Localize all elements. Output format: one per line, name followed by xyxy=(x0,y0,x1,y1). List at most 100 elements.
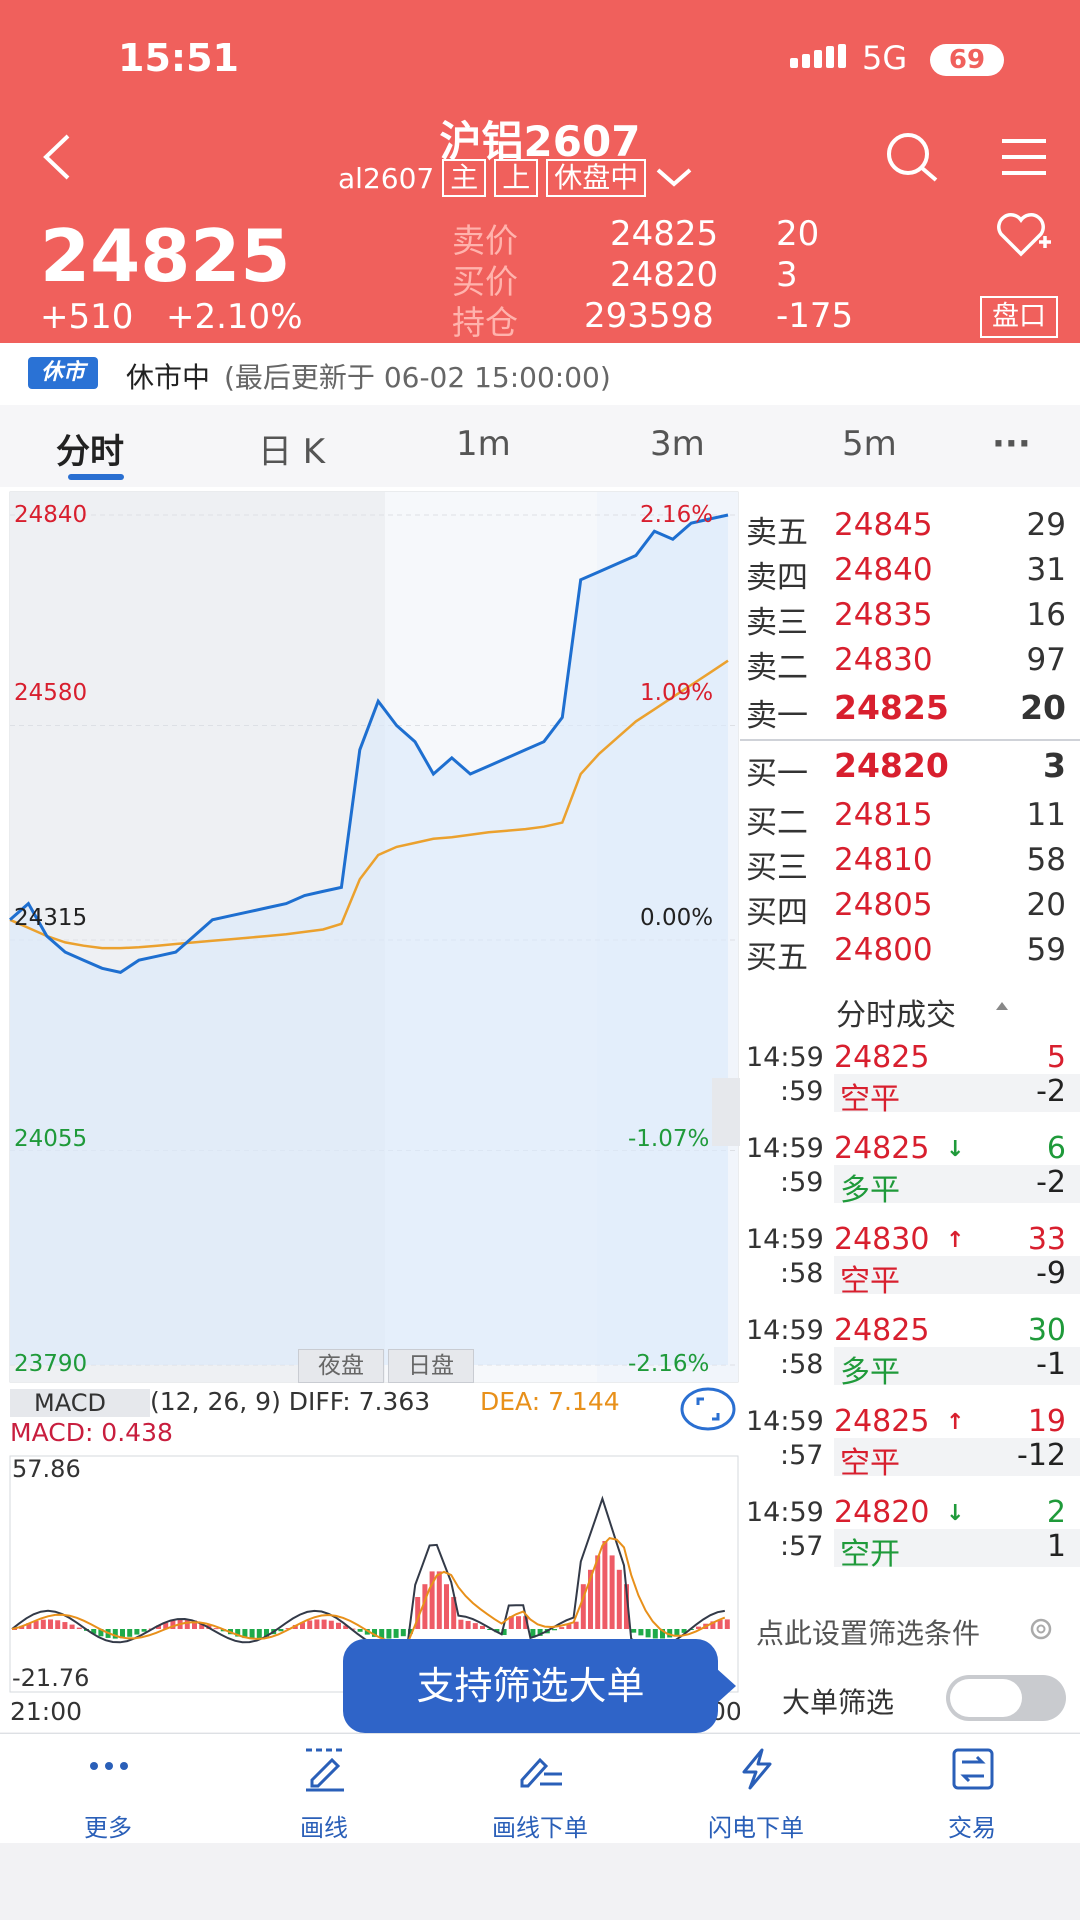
more-dots-icon xyxy=(90,1762,128,1770)
y-axis-label-lower: 24055 xyxy=(14,1126,88,1152)
trade-direction-arrow: ↑ xyxy=(946,1228,965,1253)
trade-volume: 19 xyxy=(1027,1404,1066,1439)
macd-value: MACD: 0.438 xyxy=(10,1418,173,1447)
trade-ticks-title[interactable]: 分时成交 xyxy=(836,990,956,1034)
macd-bar xyxy=(465,1620,471,1629)
nav-more[interactable]: 更多 xyxy=(28,1740,188,1842)
y-axis-label-upper: 24580 xyxy=(14,680,88,706)
y-axis-label-prev-close: 24315 xyxy=(14,905,88,931)
nav-flash-order[interactable]: 闪电下单 xyxy=(676,1740,836,1842)
search-icon[interactable] xyxy=(884,130,940,186)
macd-bar xyxy=(674,1629,680,1636)
trade-direction-arrow: ↓ xyxy=(946,1137,965,1162)
ask-level-volume: 16 xyxy=(1026,597,1066,633)
order-book-button[interactable]: 盘口 xyxy=(980,296,1058,338)
nav-draw-line-label: 画线 xyxy=(300,1814,348,1842)
macd-bar xyxy=(638,1629,644,1636)
ask-level-price: 24845 xyxy=(834,507,933,543)
macd-bar xyxy=(480,1625,485,1629)
signal-icon xyxy=(790,44,846,68)
ask-level-label: 卖一 xyxy=(746,698,808,734)
trade-type: 空平 xyxy=(840,1446,900,1481)
macd-bar xyxy=(55,1620,61,1629)
pct-axis-label-max: 2.16% xyxy=(640,502,714,528)
indicator-selector[interactable]: MACD xyxy=(10,1389,150,1417)
tab-more[interactable]: ··· xyxy=(992,424,1031,464)
chevron-down-icon[interactable] xyxy=(654,166,694,190)
chart-scroll-handle[interactable] xyxy=(712,1078,740,1146)
macd-bar xyxy=(602,1541,608,1629)
best-ask-volume: 20 xyxy=(1020,688,1066,727)
tab-3m[interactable]: 3m xyxy=(650,424,705,464)
macd-bar xyxy=(184,1619,190,1629)
trade-seconds: :59 xyxy=(780,1167,824,1198)
nav-draw-line-order[interactable]: 画线下单 xyxy=(460,1740,620,1842)
trade-volume: 6 xyxy=(1046,1131,1066,1166)
big-order-tooltip[interactable]: 支持筛选大单 xyxy=(343,1639,718,1733)
pct-axis-label-lower: -1.07% xyxy=(628,1126,710,1152)
macd-bar xyxy=(552,1629,557,1631)
tab-1m[interactable]: 1m xyxy=(456,424,511,464)
best-bid-volume: 3 xyxy=(1043,746,1066,785)
trade-price: 24825 xyxy=(834,1040,930,1075)
gear-icon[interactable] xyxy=(1026,1614,1056,1644)
bid-level-label: 买五 xyxy=(746,940,808,976)
intraday-price-chart[interactable] xyxy=(0,487,740,1387)
macd-bar xyxy=(40,1619,46,1629)
battery-level: 69 xyxy=(930,44,1004,76)
trade-type: 多平 xyxy=(840,1173,900,1208)
bid-level-price: 24800 xyxy=(834,932,933,968)
tab-5m[interactable]: 5m xyxy=(842,424,897,464)
open-interest-label: 持仓 xyxy=(452,303,518,342)
macd-bar xyxy=(357,1629,363,1632)
ask-level-label: 卖二 xyxy=(746,650,808,686)
trade-time: 14:59 xyxy=(746,1224,824,1255)
macd-bar xyxy=(386,1629,392,1639)
macd-bar xyxy=(444,1584,449,1629)
expand-icon[interactable] xyxy=(680,1385,736,1433)
macd-bar xyxy=(645,1629,651,1638)
tab-daily-k[interactable]: 日 K xyxy=(258,424,325,473)
night-session-button[interactable]: 夜盘 xyxy=(298,1349,384,1383)
macd-max-label: 57.86 xyxy=(12,1455,81,1483)
bid-level-volume: 11 xyxy=(1026,797,1066,833)
trade-oi-change: 1 xyxy=(1046,1529,1066,1564)
ask-price: 24825 xyxy=(610,214,719,254)
macd-bar xyxy=(278,1629,284,1632)
trade-volume: 2 xyxy=(1046,1495,1066,1530)
ask-level-price: 24830 xyxy=(834,642,933,678)
trade-seconds: :57 xyxy=(780,1531,824,1562)
open-interest: 293598 xyxy=(584,296,714,336)
trade-seconds: :57 xyxy=(780,1440,824,1471)
trade-time: 14:59 xyxy=(746,1315,824,1346)
trade-type: 多平 xyxy=(840,1355,900,1390)
trade-price: 24825 xyxy=(834,1313,930,1348)
big-order-filter-label: 大单筛选 xyxy=(782,1686,895,1719)
filter-settings-link[interactable]: 点此设置筛选条件 xyxy=(756,1612,980,1652)
macd-params: (12, 26, 9) DIFF: 7.363 xyxy=(150,1387,431,1416)
ask-volume: 20 xyxy=(776,214,820,254)
trade-seconds: :59 xyxy=(780,1076,824,1107)
macd-bar xyxy=(631,1629,637,1633)
macd-bar xyxy=(400,1629,406,1637)
macd-bar xyxy=(141,1629,147,1632)
macd-bar xyxy=(249,1629,255,1639)
macd-bar xyxy=(134,1629,140,1635)
trade-direction-arrow: ↓ xyxy=(946,1501,965,1526)
day-session-button[interactable]: 日盘 xyxy=(388,1349,474,1383)
nav-trade[interactable]: 交易 xyxy=(892,1740,1052,1842)
trade-oi-change: -9 xyxy=(1036,1256,1066,1291)
y-axis-label-min: 23790 xyxy=(14,1351,88,1377)
macd-bar xyxy=(48,1619,53,1629)
trade-oi-change: -12 xyxy=(1017,1438,1066,1473)
best-ask-price: 24825 xyxy=(834,688,949,727)
tab-intraday[interactable]: 分时 xyxy=(56,424,124,473)
favorite-heart-icon[interactable] xyxy=(995,212,1053,260)
trade-oi-change: -1 xyxy=(1036,1347,1066,1382)
nav-draw-line[interactable]: 画线 xyxy=(244,1740,404,1842)
caret-up-icon xyxy=(996,1002,1008,1010)
ask-level-price: 24840 xyxy=(834,552,933,588)
time-axis-start: 21:00 xyxy=(10,1697,83,1726)
active-tab-indicator xyxy=(68,474,124,480)
menu-icon[interactable] xyxy=(1000,137,1048,177)
